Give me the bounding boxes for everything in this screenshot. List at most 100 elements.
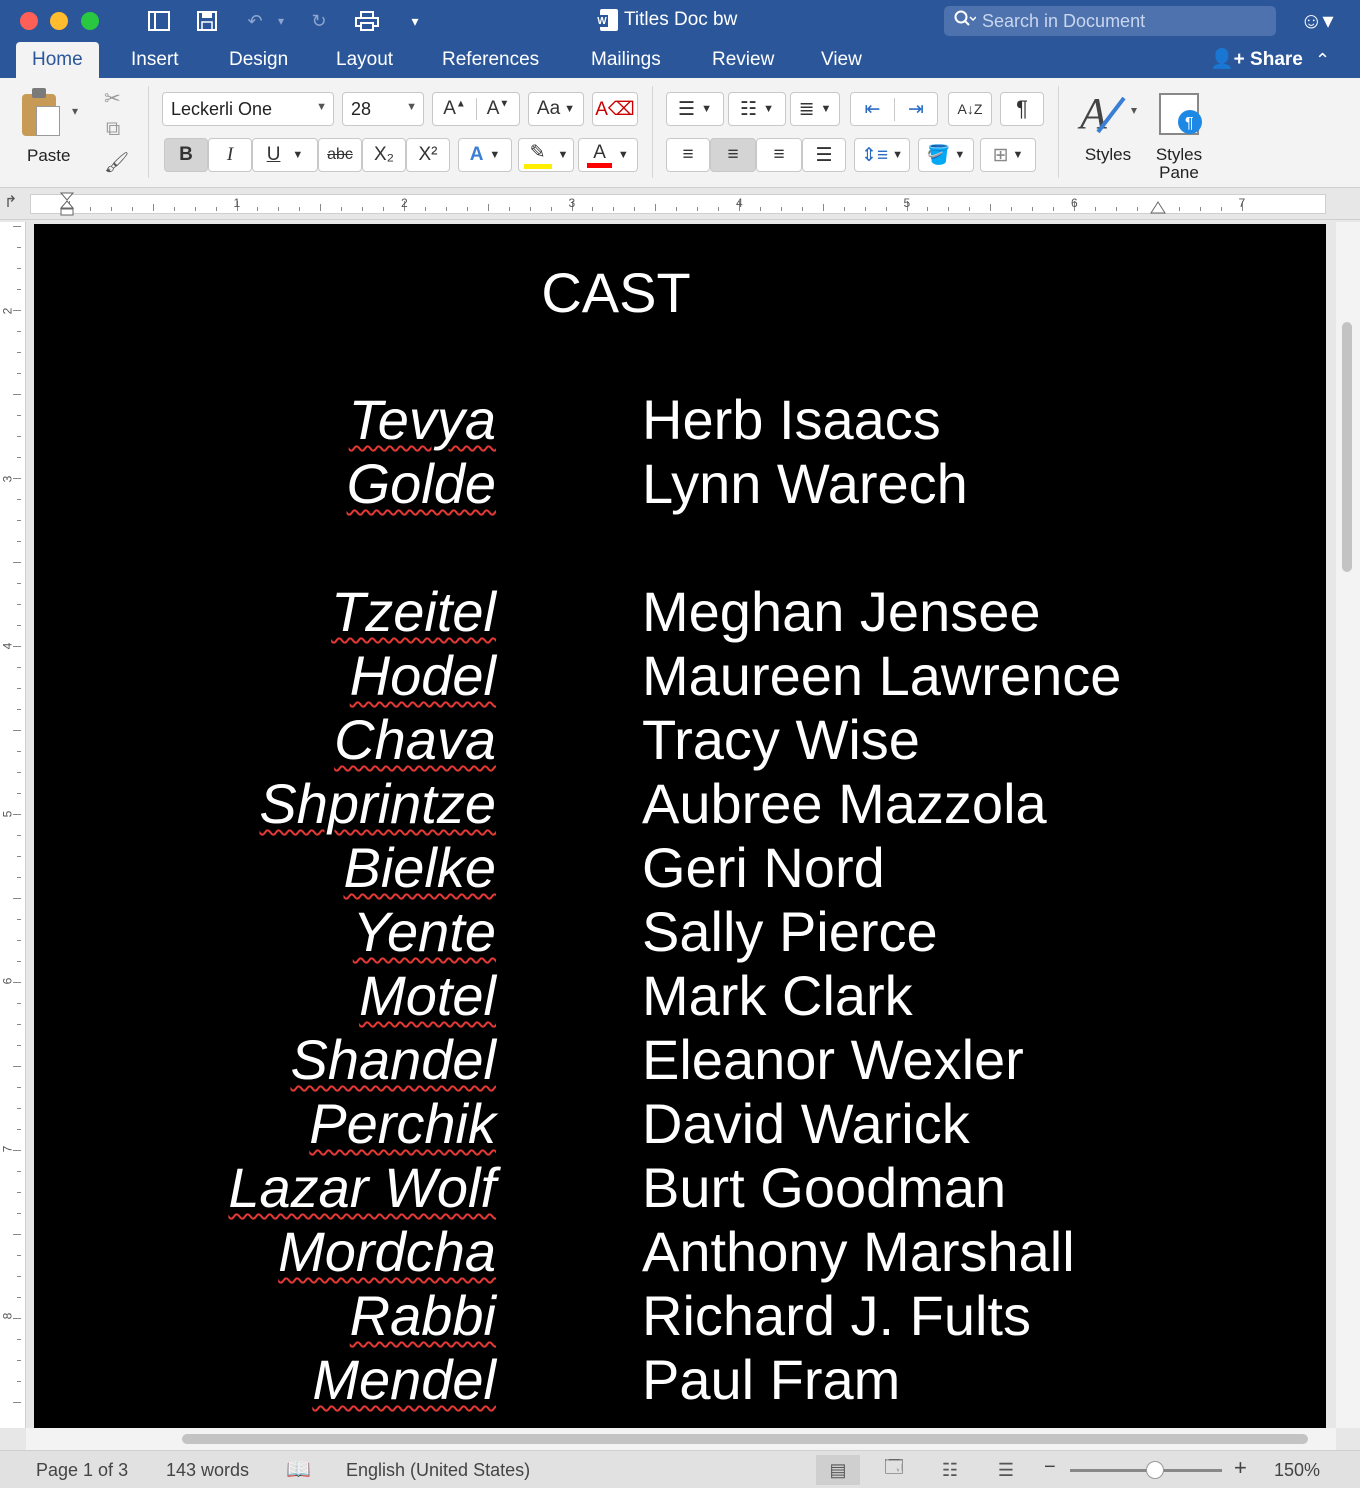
horizontal-scrollbar[interactable] bbox=[26, 1428, 1336, 1450]
tab-home[interactable]: Home bbox=[16, 42, 99, 78]
tab-mailings[interactable]: Mailings bbox=[575, 42, 677, 78]
undo-dropdown-icon[interactable]: ▾ bbox=[274, 8, 288, 34]
borders-button[interactable]: ⊞ ▼ bbox=[980, 138, 1036, 172]
document-page[interactable]: CAST Tevya Herb Isaacs Golde Lynn Warech Tze… bbox=[34, 224, 1326, 1428]
share-button[interactable]: 👤+ Share bbox=[1210, 42, 1303, 78]
ruler-number: 7 bbox=[1238, 196, 1246, 210]
bullets-button[interactable]: ☰ ▼ bbox=[666, 92, 724, 126]
align-left-icon: ≡ bbox=[682, 144, 694, 165]
tab-layout[interactable]: Layout bbox=[320, 42, 409, 78]
shading-button[interactable]: 🪣 ▼ bbox=[918, 138, 974, 172]
horizontal-scroll-thumb[interactable] bbox=[182, 1434, 1308, 1444]
tab-design[interactable]: Design bbox=[213, 42, 304, 78]
print-icon[interactable] bbox=[352, 8, 382, 34]
paste-dropdown-icon[interactable]: ▾ bbox=[72, 104, 78, 118]
change-case-button[interactable]: Aa ▼ bbox=[528, 92, 584, 126]
ruler-tick bbox=[17, 373, 21, 374]
show-formatting-button[interactable]: ¶ bbox=[1000, 92, 1044, 126]
numbering-button[interactable]: ☷ ▼ bbox=[728, 92, 786, 126]
cast-role-text: Mendel bbox=[312, 1348, 496, 1411]
search-in-document-field[interactable]: Search in Document bbox=[944, 6, 1276, 36]
numbering-icon: ☷ bbox=[740, 98, 758, 120]
close-window-button[interactable] bbox=[20, 12, 38, 30]
bold-button[interactable]: B bbox=[164, 138, 208, 172]
paste-button[interactable] bbox=[22, 88, 60, 136]
font-name-combo[interactable]: Leckerli One ▼ bbox=[162, 92, 334, 126]
justify-button[interactable]: ☰ bbox=[802, 138, 846, 172]
zoom-in-button[interactable]: + bbox=[1234, 1455, 1247, 1481]
undo-icon[interactable]: ↶ bbox=[240, 8, 270, 34]
redo-icon[interactable]: ↻ bbox=[304, 8, 334, 34]
zoom-out-button[interactable]: − bbox=[1044, 1456, 1056, 1479]
strikethrough-button[interactable]: abc bbox=[318, 138, 362, 172]
horizontal-ruler[interactable]: ↱ 1 2 3 4 5 6 7 bbox=[0, 188, 1360, 220]
cast-heading: CAST bbox=[541, 261, 691, 324]
collapse-ribbon-icon[interactable]: ⌃ bbox=[1315, 42, 1330, 78]
decrease-indent-icon[interactable]: ⇤ bbox=[851, 98, 894, 121]
grow-font-icon[interactable]: A▲ bbox=[433, 98, 476, 120]
shrink-font-icon[interactable]: A▼ bbox=[475, 98, 519, 120]
sidebar-toggle-icon[interactable] bbox=[144, 8, 174, 34]
cast-role-text: Lazar Wolf bbox=[228, 1156, 496, 1219]
tab-review[interactable]: Review bbox=[696, 42, 790, 78]
tab-stop-selector-icon[interactable]: ↱ bbox=[4, 192, 17, 212]
ruler-tick bbox=[17, 247, 21, 248]
copy-icon[interactable]: ⧉ bbox=[106, 118, 120, 141]
underline-button[interactable]: U ▼ bbox=[252, 138, 318, 172]
styles-gallery-button[interactable]: A bbox=[1076, 88, 1140, 140]
ruler-tick bbox=[13, 1234, 21, 1235]
save-icon[interactable] bbox=[192, 8, 222, 34]
vertical-scrollbar[interactable] bbox=[1336, 222, 1360, 1428]
print-layout-view-button[interactable]: ▤ bbox=[816, 1455, 860, 1485]
align-left-button[interactable]: ≡ bbox=[666, 138, 710, 172]
superscript-button[interactable]: X² bbox=[406, 138, 450, 172]
vertical-ruler[interactable]: 2 3 4 5 6 7 8 bbox=[0, 222, 26, 1428]
minimize-window-button[interactable] bbox=[50, 12, 68, 30]
format-painter-icon[interactable]: 🖌 bbox=[104, 150, 129, 175]
bullets-icon: ☰ bbox=[678, 98, 696, 120]
zoom-window-button[interactable] bbox=[81, 12, 99, 30]
font-color-icon: A bbox=[587, 142, 612, 168]
italic-button[interactable]: I bbox=[208, 138, 252, 172]
cast-actor: Tracy Wise bbox=[642, 708, 920, 771]
draft-view-button[interactable]: ☰ bbox=[984, 1455, 1028, 1485]
indent-marker-icon[interactable] bbox=[59, 192, 75, 216]
word-count[interactable]: 143 words bbox=[166, 1460, 249, 1481]
increase-indent-icon[interactable]: ⇥ bbox=[893, 97, 937, 121]
ruler-tick bbox=[17, 583, 21, 584]
font-color-button[interactable]: A ▼ bbox=[578, 138, 638, 172]
ruler-tick bbox=[1032, 207, 1034, 211]
align-right-button[interactable]: ≡ bbox=[756, 138, 802, 172]
tab-view[interactable]: View bbox=[805, 42, 878, 78]
web-layout-view-button[interactable]: 🗔 bbox=[872, 1455, 916, 1485]
multilevel-list-button[interactable]: ≣ ▼ bbox=[790, 92, 840, 126]
clear-formatting-button[interactable]: A⌫ bbox=[592, 92, 638, 126]
proofing-icon[interactable]: 📖 bbox=[286, 1457, 311, 1482]
ruler-tick bbox=[1011, 207, 1013, 211]
ribbon-tabs: Home Insert Design Layout References Mai… bbox=[0, 42, 1360, 78]
tab-insert[interactable]: Insert bbox=[115, 42, 195, 78]
tab-references[interactable]: References bbox=[426, 42, 555, 78]
vertical-scroll-thumb[interactable] bbox=[1342, 322, 1352, 572]
styles-pane-button[interactable]: ¶ bbox=[1156, 90, 1204, 140]
right-indent-marker-icon[interactable] bbox=[1150, 200, 1166, 214]
cast-role: Rabbi bbox=[350, 1284, 496, 1348]
outline-view-button[interactable]: ☷ bbox=[928, 1455, 972, 1485]
align-center-button[interactable]: ≡ bbox=[710, 138, 756, 172]
customize-toolbar-icon[interactable]: ▾ bbox=[404, 8, 426, 34]
subscript-button[interactable]: X₂ bbox=[362, 138, 406, 172]
line-spacing-button[interactable]: ⇕≡ ▼ bbox=[854, 138, 910, 172]
zoom-slider-thumb[interactable] bbox=[1146, 1461, 1164, 1479]
ruler-tick bbox=[990, 204, 992, 211]
font-size-combo[interactable]: 28 ▼ bbox=[342, 92, 424, 126]
page-count[interactable]: Page 1 of 3 bbox=[36, 1460, 128, 1481]
zoom-percentage[interactable]: 150% bbox=[1274, 1460, 1320, 1481]
text-effects-button[interactable]: A ▼ bbox=[458, 138, 512, 172]
sort-button[interactable]: A↓Z bbox=[948, 92, 992, 126]
cut-icon[interactable]: ✂ bbox=[104, 86, 121, 111]
highlight-button[interactable]: ✎ ▼ bbox=[518, 138, 574, 172]
ruler-tick bbox=[17, 667, 21, 668]
smiley-feedback-icon[interactable]: ☺▾ bbox=[1300, 8, 1334, 34]
language-indicator[interactable]: English (United States) bbox=[346, 1460, 530, 1481]
ruler-number: 6 bbox=[0, 977, 15, 985]
